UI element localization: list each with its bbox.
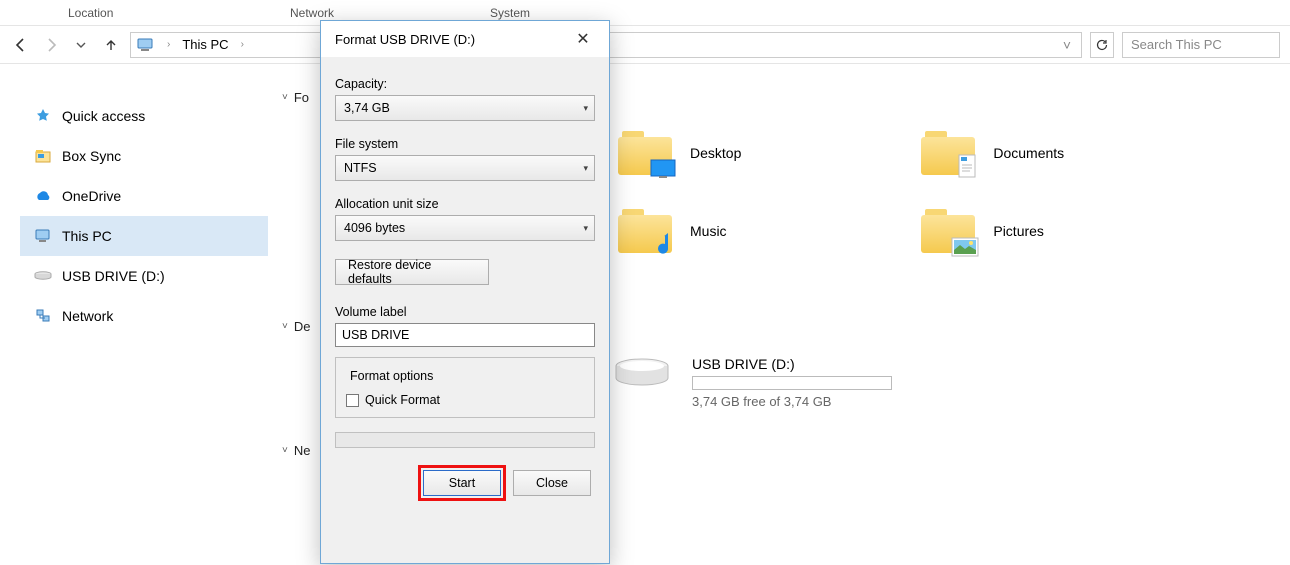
colhdr-location: Location: [0, 6, 230, 20]
chevron-down-icon: ˅: [282, 321, 288, 332]
group-label: Fo: [294, 90, 309, 105]
this-pc-icon: [137, 37, 155, 53]
filesystem-value: NTFS: [344, 161, 377, 175]
chevron-right-icon: ›: [237, 39, 248, 50]
capacity-label: Capacity:: [335, 77, 595, 91]
recent-locations-button[interactable]: [70, 34, 92, 56]
filesystem-label: File system: [335, 137, 595, 151]
document-overlay-icon: [957, 153, 979, 179]
folder-tile-pictures[interactable]: Pictures: [921, 209, 1064, 253]
sidebar-item-quick-access[interactable]: Quick access: [20, 96, 268, 136]
allocation-value: 4096 bytes: [344, 221, 405, 235]
sidebar-item-label: OneDrive: [62, 188, 121, 204]
checkbox-icon: [346, 394, 359, 407]
folder-icon: [618, 131, 672, 175]
folder-label: Music: [690, 223, 727, 239]
column-headers: Location Network System: [0, 0, 1290, 26]
folder-tile-documents[interactable]: Documents: [921, 131, 1064, 175]
sidebar-item-label: Quick access: [62, 108, 145, 124]
network-icon: [34, 307, 52, 325]
format-options-group: Format options Quick Format: [335, 357, 595, 418]
capacity-select[interactable]: 3,74 GB ▾: [335, 95, 595, 121]
address-bar: › This PC › ˅ Search This PC: [0, 26, 1290, 64]
capacity-value: 3,74 GB: [344, 101, 390, 115]
cloud-icon: [34, 187, 52, 205]
sidebar-item-network[interactable]: Network: [20, 296, 268, 336]
sidebar-item-label: USB DRIVE (D:): [62, 268, 165, 284]
restore-defaults-button[interactable]: Restore device defaults: [335, 259, 489, 285]
search-input[interactable]: Search This PC: [1122, 32, 1280, 58]
folder-tile-desktop[interactable]: Desktop: [618, 131, 741, 175]
chevron-down-icon: ▾: [583, 163, 588, 174]
format-options-legend: Format options: [346, 369, 437, 383]
dialog-titlebar[interactable]: Format USB DRIVE (D:) ✕: [321, 21, 609, 57]
forward-button[interactable]: [40, 34, 62, 56]
volume-label-input[interactable]: [335, 323, 595, 347]
chevron-down-icon: ˅: [282, 445, 288, 456]
sidebar-item-this-pc[interactable]: This PC: [20, 216, 268, 256]
volume-label-label: Volume label: [335, 305, 595, 319]
navigation-pane: Quick access Box Sync OneDrive This PC U…: [0, 64, 268, 565]
filesystem-select[interactable]: NTFS ▾: [335, 155, 595, 181]
back-button[interactable]: [10, 34, 32, 56]
close-dialog-button[interactable]: Close: [513, 470, 591, 496]
sidebar-item-onedrive[interactable]: OneDrive: [20, 176, 268, 216]
folder-icon: [921, 209, 975, 253]
folder-icon: [618, 209, 672, 253]
colhdr-system: System: [490, 6, 720, 20]
drive-icon: [34, 267, 52, 285]
drive-name: USB DRIVE (D:): [692, 356, 892, 372]
refresh-button[interactable]: [1090, 32, 1114, 58]
group-label: Ne: [294, 443, 311, 458]
sidebar-item-label: Box Sync: [62, 148, 121, 164]
drive-free-text: 3,74 GB free of 3,74 GB: [692, 394, 892, 409]
sidebar-item-label: Network: [62, 308, 113, 324]
box-icon: [34, 147, 52, 165]
this-pc-icon: [34, 227, 52, 245]
close-button[interactable]: ✕: [571, 29, 595, 49]
quick-format-checkbox[interactable]: Quick Format: [346, 393, 584, 407]
allocation-select[interactable]: 4096 bytes ▾: [335, 215, 595, 241]
picture-overlay-icon: [951, 237, 979, 257]
drive-icon: [614, 356, 670, 392]
folder-label: Pictures: [993, 223, 1044, 239]
colhdr-network: Network: [230, 6, 490, 20]
search-placeholder: Search This PC: [1131, 37, 1222, 52]
up-button[interactable]: [100, 34, 122, 56]
drive-usage-bar: [692, 376, 892, 390]
folder-label: Documents: [993, 145, 1064, 161]
format-progress-bar: [335, 432, 595, 448]
allocation-label: Allocation unit size: [335, 197, 595, 211]
chevron-down-icon[interactable]: ˅: [1063, 37, 1075, 53]
music-overlay-icon: [652, 231, 676, 257]
chevron-down-icon: ˅: [282, 92, 288, 103]
folder-label: Desktop: [690, 145, 741, 161]
dialog-title: Format USB DRIVE (D:): [335, 32, 475, 47]
star-icon: [34, 107, 52, 125]
breadcrumb-root[interactable]: This PC: [182, 37, 228, 52]
group-label: De: [294, 319, 311, 334]
desktop-overlay-icon: [650, 159, 676, 179]
sidebar-item-label: This PC: [62, 228, 112, 244]
start-button[interactable]: Start: [423, 470, 501, 496]
chevron-down-icon: ▾: [583, 103, 588, 114]
chevron-down-icon: ▾: [583, 223, 588, 234]
sidebar-item-box-sync[interactable]: Box Sync: [20, 136, 268, 176]
chevron-right-icon: ›: [163, 39, 174, 50]
folder-icon: [921, 131, 975, 175]
folder-tile-music[interactable]: Music: [618, 209, 741, 253]
sidebar-item-usb-drive[interactable]: USB DRIVE (D:): [20, 256, 268, 296]
format-dialog: Format USB DRIVE (D:) ✕ Capacity: 3,74 G…: [320, 20, 610, 564]
